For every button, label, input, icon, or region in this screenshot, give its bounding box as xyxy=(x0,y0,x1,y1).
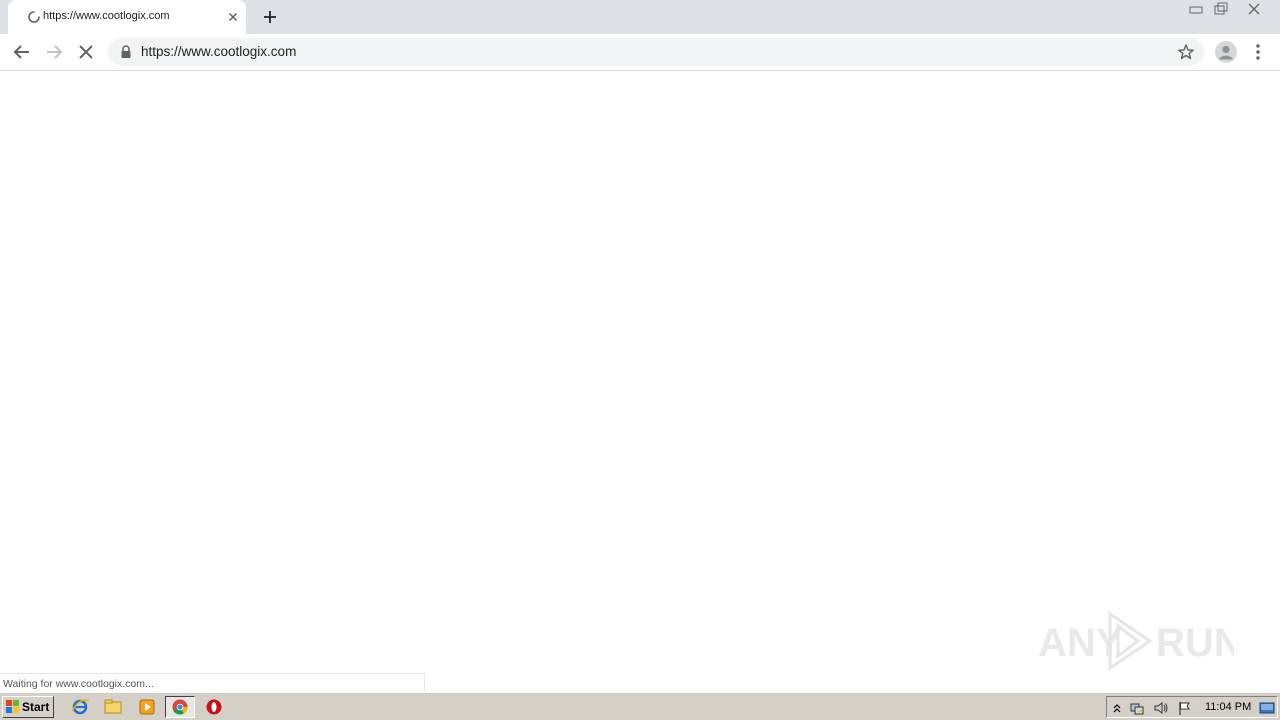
browser-tab[interactable]: https://www.cootlogix.com xyxy=(8,0,246,34)
ie-icon[interactable] xyxy=(69,697,91,717)
profile-avatar-icon[interactable] xyxy=(1215,41,1237,63)
chrome-icon xyxy=(172,699,188,715)
stop-loading-icon[interactable] xyxy=(74,40,98,64)
clock[interactable]: 11:04 PM xyxy=(1205,701,1251,713)
back-icon[interactable] xyxy=(10,40,34,64)
close-tab-icon[interactable] xyxy=(225,9,241,25)
anyrun-watermark-logo: ANY RUN xyxy=(1038,611,1234,671)
tab-strip: https://www.cootlogix.com xyxy=(0,0,1280,34)
start-label: Start xyxy=(22,700,50,714)
start-button[interactable]: Start xyxy=(2,696,54,718)
close-window-icon[interactable] xyxy=(1242,0,1266,18)
loading-spinner-icon xyxy=(28,11,40,23)
more-menu-icon[interactable] xyxy=(1250,41,1266,63)
windows-logo-icon xyxy=(6,700,19,713)
opera-icon[interactable] xyxy=(203,697,225,717)
taskbar: Start 11:04 PM xyxy=(0,692,1280,720)
show-desktop-icon[interactable] xyxy=(1259,700,1275,716)
explorer-icon[interactable] xyxy=(102,697,124,717)
restore-icon[interactable] xyxy=(1208,0,1232,18)
address-bar[interactable]: https://www.cootlogix.com xyxy=(108,38,1204,66)
show-hidden-icons-icon[interactable] xyxy=(1109,700,1125,716)
svg-text:RUN: RUN xyxy=(1156,621,1234,665)
lock-icon[interactable] xyxy=(120,45,132,59)
chrome-taskbar-button[interactable] xyxy=(165,696,195,718)
new-tab-icon[interactable] xyxy=(259,6,281,28)
page-content xyxy=(0,72,1280,692)
status-bubble: Waiting for www.cootlogix.com... xyxy=(0,673,425,692)
bookmark-star-icon[interactable] xyxy=(1177,43,1195,61)
network-icon[interactable] xyxy=(1129,700,1145,716)
minimize-icon[interactable] xyxy=(1184,0,1208,18)
media-player-icon[interactable] xyxy=(136,697,158,717)
browser-toolbar: https://www.cootlogix.com xyxy=(0,34,1280,71)
action-center-flag-icon[interactable] xyxy=(1177,700,1193,716)
forward-icon[interactable] xyxy=(42,40,66,64)
volume-icon[interactable] xyxy=(1153,700,1169,716)
system-tray: 11:04 PM xyxy=(1106,696,1278,718)
tab-title: https://www.cootlogix.com xyxy=(43,10,170,22)
url-text[interactable]: https://www.cootlogix.com xyxy=(141,44,296,59)
